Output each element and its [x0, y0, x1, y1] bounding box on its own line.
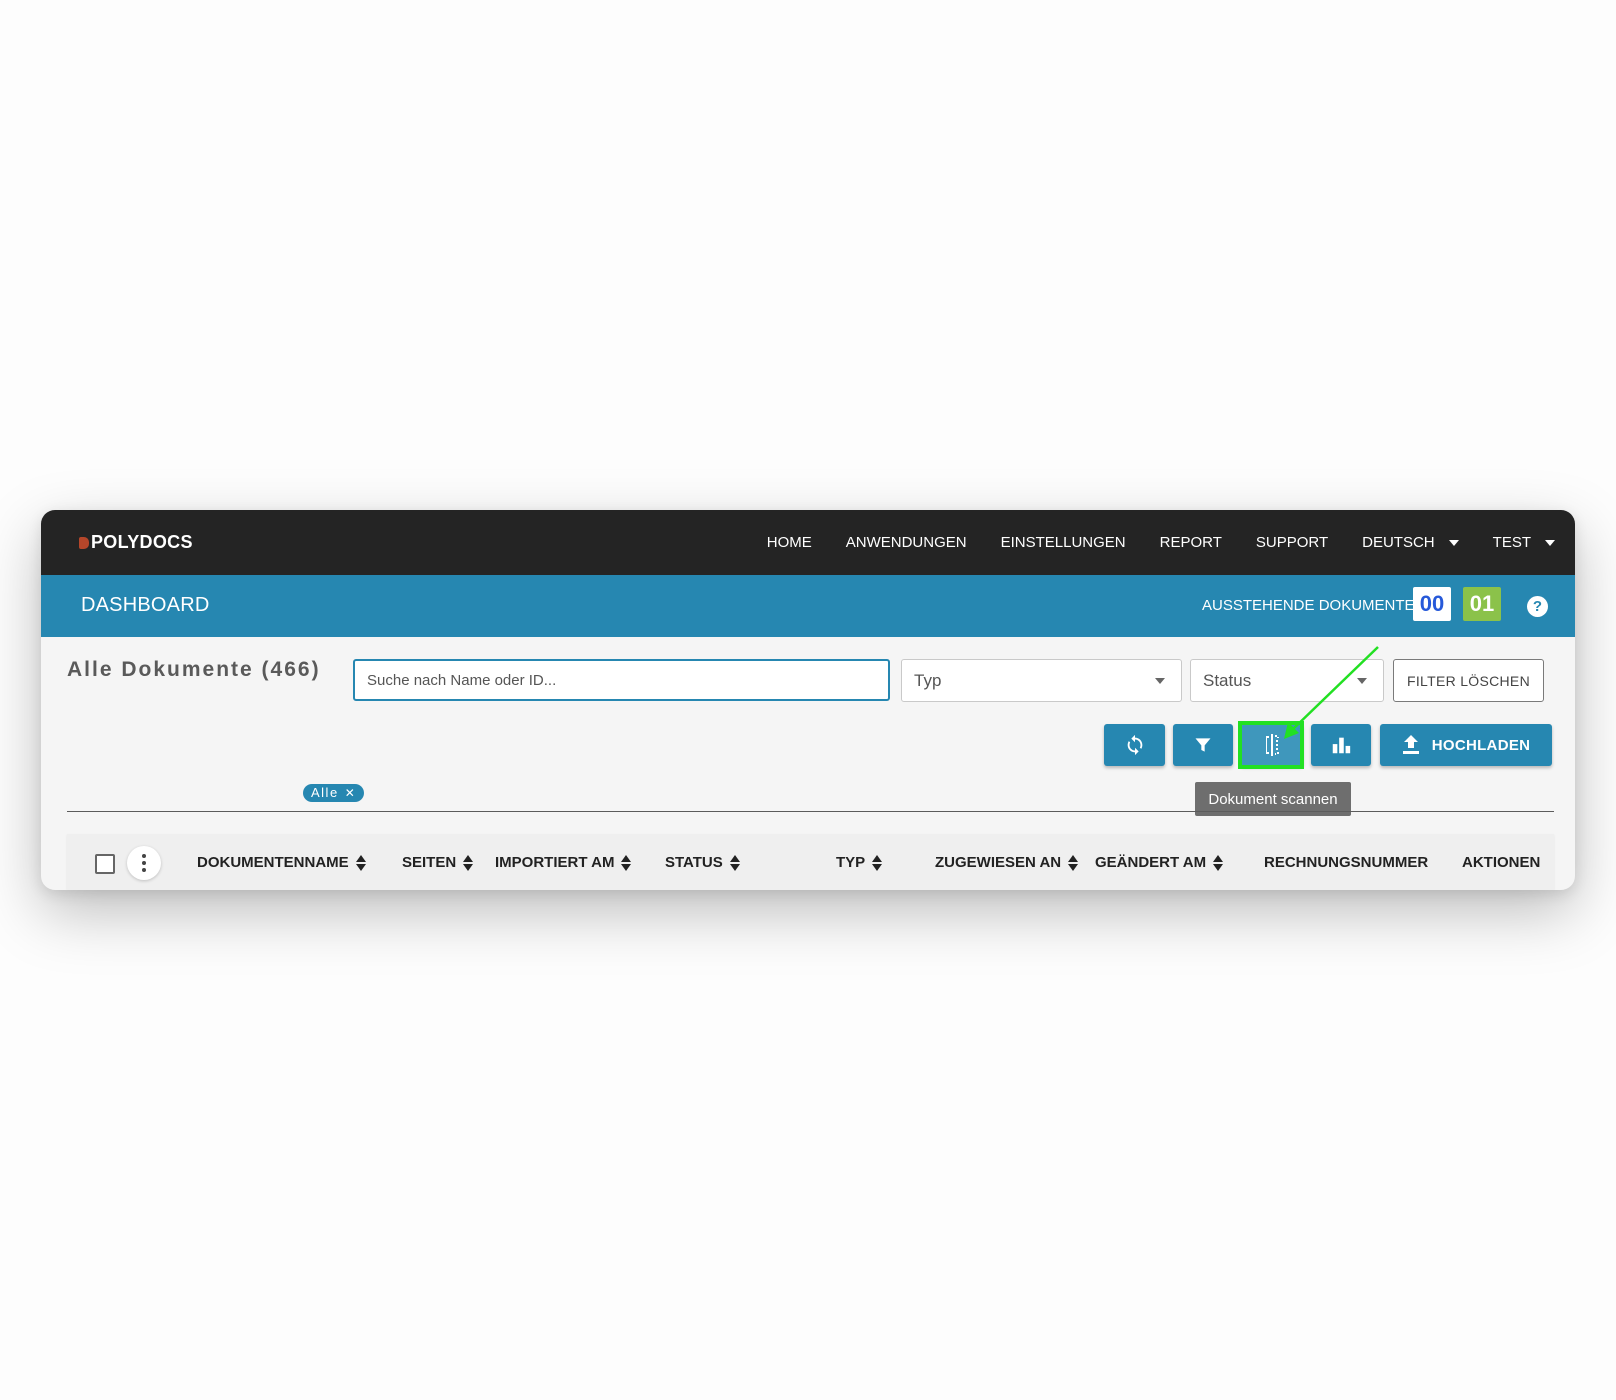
language-dropdown[interactable]: DEUTSCH: [1362, 534, 1459, 551]
sort-icon: [1213, 854, 1224, 871]
help-icon[interactable]: ?: [1527, 596, 1548, 617]
logo-mark-icon: [79, 536, 89, 549]
filter-button[interactable]: [1173, 724, 1233, 766]
logo[interactable]: POLYDOCS: [79, 532, 193, 553]
filter-icon: [1195, 738, 1211, 752]
sort-icon: [872, 854, 883, 871]
app-window: POLYDOCS HOME ANWENDUNGEN EINSTELLUNGEN …: [41, 510, 1575, 890]
user-label: TEST: [1492, 534, 1531, 551]
column-header-importiert-am[interactable]: IMPORTIERT AM: [495, 854, 632, 871]
column-header-status[interactable]: STATUS: [665, 854, 740, 871]
chevron-down-icon: [1448, 539, 1459, 546]
table-header: DOKUMENTENNAME SEITEN IMPORTIERT AM STAT…: [67, 834, 1554, 890]
column-header-rechnungsnummer[interactable]: RECHNUNGSNUMMER: [1264, 854, 1428, 871]
logo-text: POLYDOCS: [91, 532, 193, 552]
status-select[interactable]: Status: [1190, 659, 1384, 702]
column-header-geaendert-am[interactable]: GEÄNDERT AM: [1095, 854, 1224, 871]
column-label: DOKUMENTENNAME: [197, 854, 349, 871]
close-icon[interactable]: ✕: [345, 784, 357, 802]
column-label: GEÄNDERT AM: [1095, 854, 1207, 871]
nav-anwendungen[interactable]: ANWENDUNGEN: [846, 534, 967, 551]
filter-chip-label: Alle: [311, 785, 339, 800]
type-select-value: Typ: [914, 671, 942, 690]
upload-button[interactable]: HOCHLADEN: [1380, 724, 1552, 766]
column-label: RECHNUNGSNUMMER: [1264, 854, 1429, 871]
nav-report[interactable]: REPORT: [1160, 534, 1222, 551]
scan-document-button[interactable]: [1241, 724, 1303, 766]
scan-document-icon: [1266, 734, 1279, 756]
column-label: IMPORTIERT AM: [495, 854, 615, 871]
pending-count-green-badge[interactable]: 01: [1463, 587, 1501, 621]
page-title: DASHBOARD: [81, 594, 210, 616]
sort-icon: [463, 854, 474, 871]
filter-chip[interactable]: Alle ✕: [303, 784, 365, 802]
sort-icon: [729, 854, 740, 871]
bar-chart-icon: [1332, 737, 1351, 754]
pending-documents-label: AUSSTEHENDE DOKUMENTE:: [1202, 597, 1419, 614]
column-header-seiten[interactable]: SEITEN: [402, 854, 474, 871]
chevron-down-icon: [1545, 539, 1555, 546]
column-label: SEITEN: [402, 854, 457, 871]
nav-menu: HOME ANWENDUNGEN EINSTELLUNGEN REPORT SU…: [733, 510, 1555, 575]
dashboard-bar: DASHBOARD AUSSTEHENDE DOKUMENTE: 00 01 ?: [41, 575, 1575, 637]
column-header-zugewiesen-an[interactable]: ZUGEWIESEN AN: [935, 854, 1079, 871]
nav-home[interactable]: HOME: [767, 534, 812, 551]
chevron-down-icon: [1155, 678, 1165, 684]
nav-support[interactable]: SUPPORT: [1256, 534, 1328, 551]
column-label: STATUS: [665, 854, 723, 871]
type-select[interactable]: Typ: [901, 659, 1182, 702]
sort-icon: [1068, 854, 1079, 871]
select-all-checkbox[interactable]: [95, 854, 115, 874]
upload-icon: [1402, 735, 1419, 754]
column-header-aktionen: AKTIONEN: [1462, 854, 1540, 871]
divider: [67, 811, 1554, 812]
sort-icon: [355, 854, 366, 871]
user-dropdown[interactable]: TEST: [1493, 534, 1555, 551]
refresh-icon: [1127, 734, 1142, 756]
column-label: ZUGEWIESEN AN: [935, 854, 1062, 871]
pending-count-badge[interactable]: 00: [1413, 587, 1451, 621]
search-input[interactable]: [353, 659, 890, 701]
status-select-value: Status: [1203, 671, 1252, 690]
clear-filter-button[interactable]: FILTER LÖSCHEN: [1393, 659, 1544, 702]
column-label: AKTIONEN: [1462, 854, 1541, 871]
column-header-typ[interactable]: TYP: [836, 854, 883, 871]
chevron-down-icon: [1357, 678, 1367, 684]
documents-heading: Alle Dokumente (466): [67, 658, 321, 681]
language-label: DEUTSCH: [1362, 534, 1435, 551]
refresh-button[interactable]: [1104, 724, 1165, 766]
upload-label: HOCHLADEN: [1431, 736, 1531, 754]
column-label: TYP: [836, 854, 866, 871]
statistics-button[interactable]: [1311, 724, 1371, 766]
top-navbar: POLYDOCS HOME ANWENDUNGEN EINSTELLUNGEN …: [41, 510, 1575, 575]
sort-icon: [621, 854, 632, 871]
more-options-icon[interactable]: [127, 846, 161, 880]
column-header-dokumentenname[interactable]: DOKUMENTENNAME: [197, 854, 366, 871]
nav-einstellungen[interactable]: EINSTELLUNGEN: [1001, 534, 1126, 551]
